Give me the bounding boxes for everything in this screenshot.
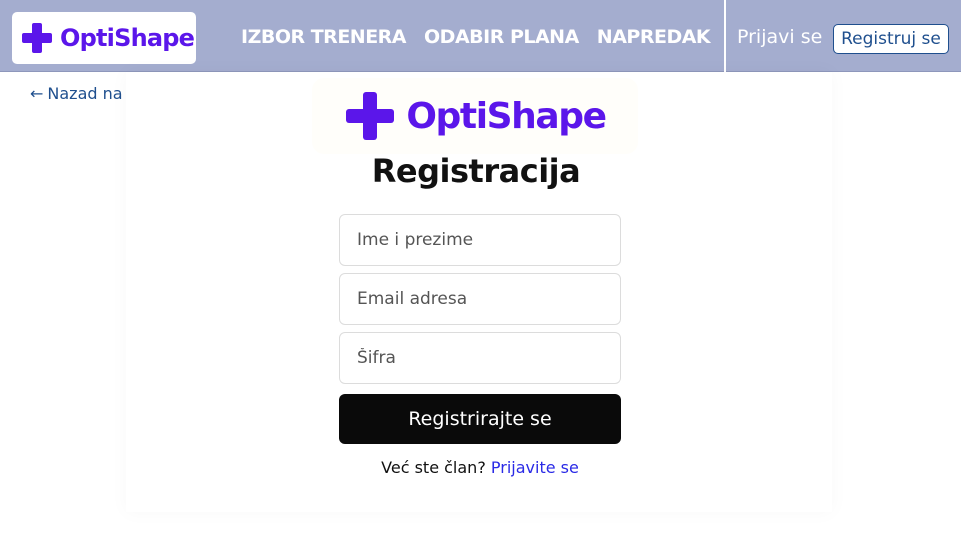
plus-cross-icon bbox=[22, 23, 52, 53]
full-name-field[interactable] bbox=[339, 214, 621, 266]
page-title: Registracija bbox=[371, 152, 581, 190]
nav-item-odabir-plana[interactable]: ODABIR PLANA bbox=[424, 26, 579, 48]
main-nav: IZBOR TRENERA ODABIR PLANA NAPREDAK bbox=[241, 26, 711, 48]
nav-divider bbox=[724, 0, 726, 72]
register-button[interactable]: Registruj se bbox=[833, 24, 949, 54]
form-logo: OptiShape bbox=[312, 78, 638, 154]
arrow-left-icon: ← bbox=[30, 84, 44, 103]
nav-item-izbor-trenera[interactable]: IZBOR TRENERA bbox=[241, 26, 407, 48]
register-submit-button[interactable]: Registrirajte se bbox=[339, 394, 621, 444]
top-navbar: OptiShape IZBOR TRENERA ODABIR PLANA NAP… bbox=[0, 0, 961, 72]
already-member-line: Već ste član? Prijavite se bbox=[326, 458, 634, 477]
email-field[interactable] bbox=[339, 273, 621, 325]
member-question: Već ste član? bbox=[381, 458, 486, 477]
form-brand-name: OptiShape bbox=[406, 95, 607, 137]
header-logo[interactable]: OptiShape bbox=[12, 12, 196, 64]
password-field[interactable] bbox=[339, 332, 621, 384]
header-brand-name: OptiShape bbox=[60, 24, 195, 52]
nav-item-napredak[interactable]: NAPREDAK bbox=[597, 26, 711, 48]
plus-cross-icon bbox=[346, 92, 395, 140]
login-link[interactable]: Prijavi se bbox=[737, 26, 822, 48]
login-instead-link[interactable]: Prijavite se bbox=[491, 458, 579, 477]
